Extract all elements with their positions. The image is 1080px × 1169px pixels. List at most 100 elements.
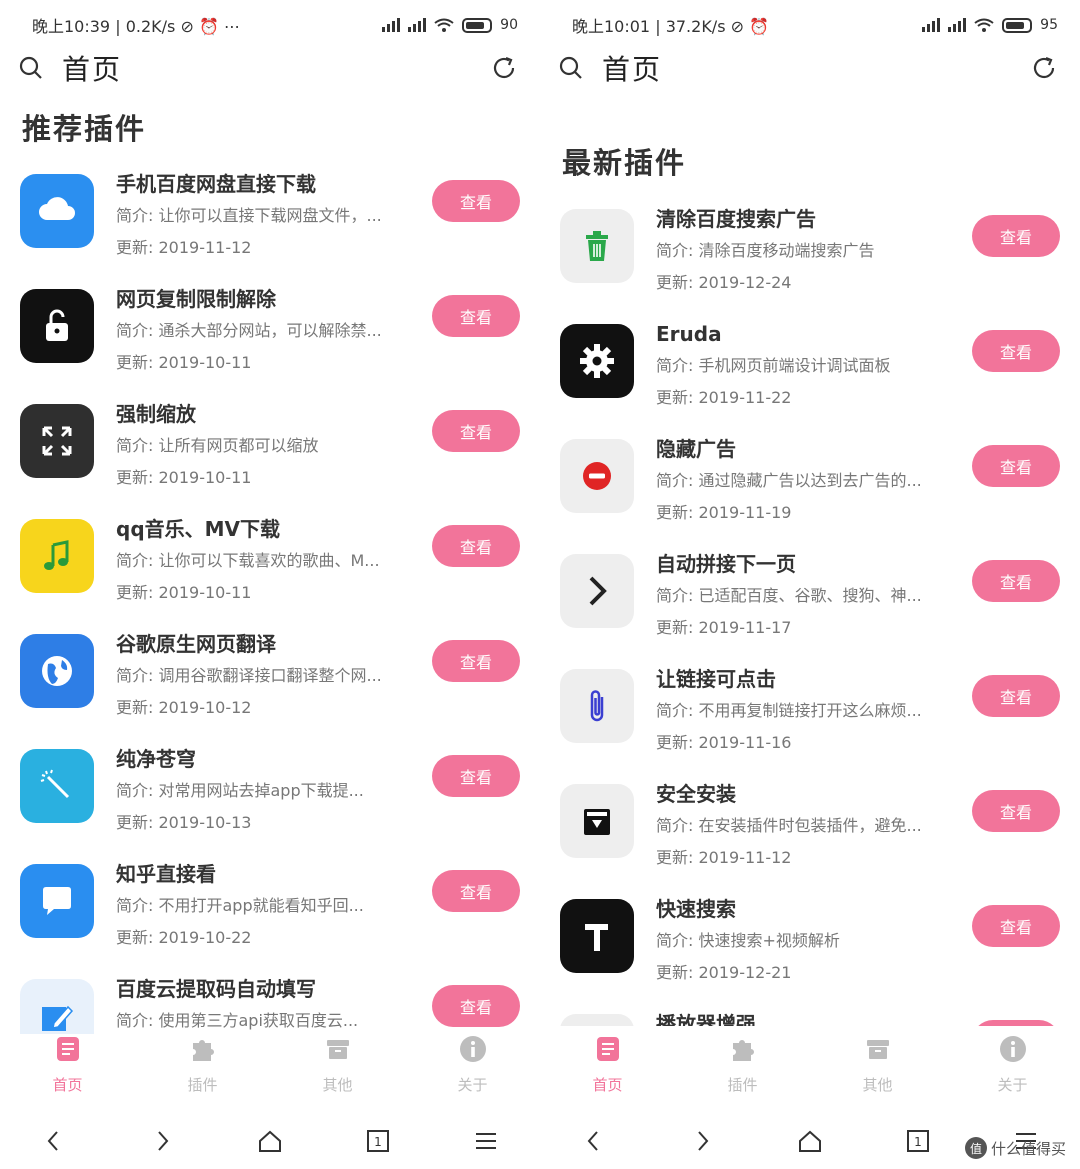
plugin-list-item[interactable]: 让链接可点击 简介: 不用再复制链接打开这么麻烦... 更新: 2019-11-16… (540, 663, 1080, 778)
search-icon[interactable] (18, 55, 44, 81)
view-button[interactable]: 查看 (972, 445, 1060, 487)
plugin-list-item[interactable]: 清除百度搜索广告 简介: 清除百度移动端搜索广告 更新: 2019-12-24 查看 (540, 203, 1080, 318)
search-icon[interactable] (558, 55, 584, 81)
status-time: 晚上10:01 | 37.2K/s ⊘ ⏰ (572, 17, 770, 36)
watermark-text: 什么值得买 (990, 1139, 1066, 1158)
view-button[interactable]: 查看 (972, 330, 1060, 372)
view-button[interactable]: 查看 (432, 755, 520, 797)
view-button[interactable]: 查看 (432, 180, 520, 222)
plugin-date: 更新: 2019-11-22 (656, 388, 792, 407)
status-bar: 晚上10:01 | 37.2K/s ⊘ ⏰ 95 (572, 10, 1058, 40)
forward-icon[interactable] (149, 1128, 175, 1154)
tabs-icon[interactable]: 1 (365, 1128, 391, 1154)
tab-1[interactable]: 插件 (675, 1034, 810, 1104)
view-button[interactable]: 查看 (972, 1020, 1060, 1026)
plugin-info: 百度云提取码自动填写 简介: 使用第三方api获取百度云... (116, 973, 406, 1034)
refresh-icon[interactable] (1030, 54, 1058, 82)
status-extra-icons: ⊘ ⏰ (730, 17, 770, 36)
signal-icon (948, 18, 967, 32)
home-icon[interactable] (797, 1128, 823, 1154)
plugin-list-item[interactable]: 网页复制限制解除 简介: 通杀大部分网站，可以解除禁... 更新: 2019-10-… (0, 283, 540, 398)
view-button[interactable]: 查看 (972, 675, 1060, 717)
home-icon[interactable] (257, 1128, 283, 1154)
page-title: 首页 (62, 53, 123, 86)
tab-3[interactable]: 关于 (945, 1034, 1080, 1104)
plugin-info: 网页复制限制解除 简介: 通杀大部分网站，可以解除禁... 更新: 2019-10-… (116, 283, 406, 379)
tab-bar: 首页 插件 其他 关于 (540, 1034, 1080, 1104)
view-button[interactable]: 查看 (432, 870, 520, 912)
forward-icon[interactable] (689, 1128, 715, 1154)
archive-icon (560, 784, 634, 858)
plugin-list-item[interactable]: 播放器增强查看 (540, 1008, 1080, 1026)
plugin-list-item[interactable]: 纯净苍穹 简介: 对常用网站去掉app下载提... 更新: 2019-10-13 查看 (0, 743, 540, 858)
chat-bubble-icon (20, 864, 94, 938)
back-icon[interactable] (581, 1128, 607, 1154)
view-button[interactable]: 查看 (972, 215, 1060, 257)
plugin-desc: 简介: 让你可以下载喜欢的歌曲、M... (116, 551, 380, 570)
tab-2[interactable]: 其他 (810, 1034, 945, 1104)
plugin-date: 更新: 2019-11-19 (656, 503, 792, 522)
view-button[interactable]: 查看 (432, 640, 520, 682)
plugin-desc: 简介: 调用谷歌翻译接口翻译整个网... (116, 666, 382, 685)
battery-icon (1002, 17, 1033, 33)
tab-1[interactable]: 插件 (135, 1034, 270, 1104)
plugin-desc: 简介: 使用第三方api获取百度云... (116, 1011, 359, 1030)
tab-2[interactable]: 其他 (270, 1034, 405, 1104)
svg-text:1: 1 (374, 1135, 382, 1149)
plugin-list-item[interactable]: 知乎直接看 简介: 不用打开app就能看知乎回... 更新: 2019-10-22 查… (0, 858, 540, 973)
tabs-icon[interactable]: 1 (905, 1128, 931, 1154)
plugin-list-item[interactable]: Eruda 简介: 手机网页前端设计调试面板 更新: 2019-11-22 查看 (540, 318, 1080, 433)
magic-wand-icon (20, 749, 94, 823)
plugin-name: Eruda (656, 322, 722, 346)
plugin-list-item[interactable]: 自动拼接下一页 简介: 已适配百度、谷歌、搜狗、神... 更新: 2019-11-1… (540, 548, 1080, 663)
view-button[interactable]: 查看 (432, 525, 520, 567)
tab-0[interactable]: 首页 (0, 1034, 135, 1104)
plugin-info: 自动拼接下一页 简介: 已适配百度、谷歌、搜狗、神... 更新: 2019-11-1… (656, 548, 946, 644)
tab-0[interactable]: 首页 (540, 1034, 675, 1104)
battery-level: 90 (500, 17, 518, 33)
view-button[interactable]: 查看 (972, 905, 1060, 947)
view-button[interactable]: 查看 (432, 410, 520, 452)
plugin-list-item[interactable]: 安全安装 简介: 在安装插件时包装插件，避免... 更新: 2019-11-12 查看 (540, 778, 1080, 893)
view-button[interactable]: 查看 (972, 790, 1060, 832)
plugin-list-item[interactable]: 百度云提取码自动填写 简介: 使用第三方api获取百度云... 查看 (0, 973, 540, 1034)
back-icon[interactable] (41, 1128, 67, 1154)
signal-icon (408, 18, 427, 32)
plugin-date: 更新: 2019-11-16 (656, 733, 792, 752)
plugin-date: 更新: 2019-10-12 (116, 698, 252, 717)
plugin-list-item[interactable]: 手机百度网盘直接下载 简介: 让你可以直接下载网盘文件，... 更新: 2019-1… (0, 168, 540, 283)
tab-3[interactable]: 关于 (405, 1034, 540, 1104)
view-button[interactable]: 查看 (432, 985, 520, 1027)
top-bar: 首页 (18, 44, 518, 92)
wifi-icon (974, 18, 994, 32)
plugin-desc: 简介: 在安装插件时包装插件，避免... (656, 816, 922, 835)
signal-icon (922, 18, 941, 32)
status-bar: 晚上10:39 | 0.2K/s ⊘ ⏰ ⋯ 90 (32, 10, 518, 40)
plugin-desc: 简介: 通杀大部分网站，可以解除禁... (116, 321, 382, 340)
plugin-list-item[interactable]: 隐藏广告 简介: 通过隐藏广告以达到去广告的... 更新: 2019-11-19 查看 (540, 433, 1080, 548)
view-button[interactable]: 查看 (972, 560, 1060, 602)
view-button[interactable]: 查看 (432, 295, 520, 337)
plugin-desc: 简介: 手机网页前端设计调试面板 (656, 356, 891, 375)
plugin-info: 快速搜索 简介: 快速搜索+视频解析 更新: 2019-12-21 (656, 893, 946, 989)
gear-icon (560, 324, 634, 398)
plugin-list-item[interactable]: qq音乐、MV下载简介: 让你可以下载喜欢的歌曲、M... 更新: 2019-10… (0, 513, 540, 628)
tab-label: 插件 (727, 1076, 758, 1094)
plugin-list-item[interactable]: 谷歌原生网页翻译 简介: 调用谷歌翻译接口翻译整个网... 更新: 2019-10-… (0, 628, 540, 743)
status-time: 晚上10:39 | 0.2K/s ⊘ ⏰ ⋯ (32, 17, 240, 36)
time-text: 晚上10:39 (32, 17, 111, 36)
plugin-info: 安全安装 简介: 在安装插件时包装插件，避免... 更新: 2019-11-12 (656, 778, 946, 874)
player-icon (560, 1014, 634, 1026)
time-text: 晚上10:01 (572, 17, 651, 36)
status-extra-icons: ⊘ ⏰ ⋯ (180, 17, 240, 36)
plugin-name: qq音乐、MV下载 (116, 517, 281, 541)
page-title: 首页 (602, 53, 663, 86)
plugin-list-item[interactable]: 强制缩放 简介: 让所有网页都可以缩放 更新: 2019-10-11 查看 (0, 398, 540, 513)
plugin-list-item[interactable]: 快速搜索 简介: 快速搜索+视频解析 更新: 2019-12-21 查看 (540, 893, 1080, 1008)
plugin-date: 更新: 2019-10-11 (116, 468, 252, 487)
plugin-list: 手机百度网盘直接下载 简介: 让你可以直接下载网盘文件，... 更新: 2019-1… (0, 168, 540, 1034)
menu-icon[interactable] (473, 1128, 499, 1154)
refresh-icon[interactable] (490, 54, 518, 82)
plugin-date: 更新: 2019-10-11 (116, 583, 252, 602)
plugin-info: 知乎直接看 简介: 不用打开app就能看知乎回... 更新: 2019-10-22 (116, 858, 406, 954)
